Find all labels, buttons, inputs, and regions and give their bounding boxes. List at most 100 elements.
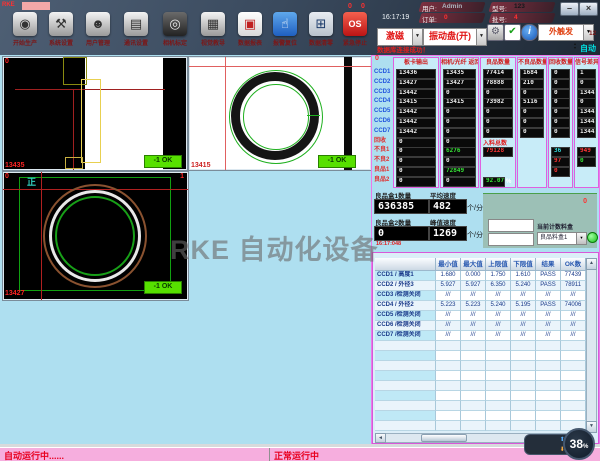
alarm-reset-button[interactable]: ☝报警复位 xyxy=(268,12,302,50)
stats-value: 0 xyxy=(396,177,436,187)
app-logo: RKE xyxy=(2,2,15,8)
stats-value: 0 xyxy=(443,128,476,138)
system-settings-button[interactable]: ⚒系统设置 xyxy=(44,12,78,50)
measure-cell xyxy=(436,351,461,361)
camera1-roi-box-3 xyxy=(65,157,83,169)
camera2-value: 13415 xyxy=(191,162,210,169)
model-label: 型号: xyxy=(492,3,507,13)
stats-value: 0 xyxy=(443,138,476,148)
measure-table-header: 最小值最大值上限值下限值结果OK数 xyxy=(375,258,586,271)
scroll-left-icon[interactable]: ◄ xyxy=(375,433,386,443)
stats-value: 0 xyxy=(520,89,544,99)
user-label: 用户: xyxy=(422,3,437,13)
measure-row-label: CCD2 / 外径3 xyxy=(375,281,436,291)
stats-value: 1 xyxy=(577,69,596,79)
camera2-crosshair-h xyxy=(189,66,371,67)
data-clear-button[interactable]: ⊞数据清零 xyxy=(304,12,338,50)
stats-value: 0 xyxy=(551,69,570,79)
measure-cell: 5.240 xyxy=(511,281,536,291)
measure-cell xyxy=(561,411,586,421)
vertical-scrollbar[interactable] xyxy=(586,258,597,433)
vision-teaching-button[interactable]: ▦视觉教导 xyxy=(196,12,230,50)
stats-cell: 0 xyxy=(443,128,476,138)
measure-cell xyxy=(436,391,461,401)
stats-value: 77414 xyxy=(483,69,513,79)
counter-dropdown-icon[interactable]: ▼ xyxy=(576,232,587,245)
stats-value: 13436 xyxy=(396,69,436,79)
memory-percent-value: 38 xyxy=(570,437,583,451)
stats-cell: 0 xyxy=(443,89,476,99)
stats-cell: 0 xyxy=(483,118,513,128)
stats-value: 13442 xyxy=(396,108,436,118)
measure-row: CCD1 / 高度11.6800.0001.7501.610PASS77439 xyxy=(375,271,586,281)
close-button[interactable]: × xyxy=(579,2,598,16)
stats-value: 5116 xyxy=(520,98,544,108)
emergency-stop-button[interactable]: OS紧急停止 xyxy=(338,12,372,50)
vision-teaching-label: 视觉教导 xyxy=(196,38,230,47)
camera-calibration-icon: ◎ xyxy=(163,12,187,36)
status-right-text: 正常运行中 xyxy=(274,449,319,462)
spinner-down-icon[interactable]: ▾ xyxy=(574,45,576,50)
comm-settings-button[interactable]: ▤通讯设置 xyxy=(119,12,153,50)
stats-row-label: 回收 xyxy=(374,137,386,147)
measure-row-label xyxy=(375,361,436,371)
counter-input-1[interactable] xyxy=(488,219,534,232)
stats-value: 0 xyxy=(443,89,476,99)
camera-calibration-button[interactable]: ◎相机标定 xyxy=(158,12,192,50)
model-value: 123 xyxy=(514,3,525,10)
measure-row-label xyxy=(375,371,436,381)
stats-cell: 79128 xyxy=(483,147,513,157)
stats-value: 0 xyxy=(551,118,570,128)
stats-value: 0 xyxy=(396,147,436,157)
user-management-button[interactable]: ☻用户管理 xyxy=(81,12,115,50)
camera2-gauge-line xyxy=(307,115,320,116)
measure-cell xyxy=(536,401,561,411)
scroll-up-icon[interactable]: ▲ xyxy=(586,258,597,270)
stats-value: 13415 xyxy=(396,98,436,108)
stats-row-label: CCD1 xyxy=(374,68,390,78)
db-status-text: 数据库连接成功！ xyxy=(377,44,429,54)
measure-cell xyxy=(561,371,586,381)
check-icon[interactable]: ✔ xyxy=(504,24,521,41)
emergency-stop-icon: OS xyxy=(343,12,367,36)
measure-cell: PASS xyxy=(536,281,561,291)
memory-percent-widget[interactable]: 38% xyxy=(563,428,595,460)
start-production-button[interactable]: ◉开始生产 xyxy=(8,12,42,50)
measure-cell xyxy=(486,401,511,411)
measure-cell xyxy=(486,351,511,361)
stats-value: 73982 xyxy=(483,98,513,108)
comm-settings-label: 通讯设置 xyxy=(119,38,153,47)
camera2-dark-bar xyxy=(344,57,352,170)
measure-cell xyxy=(461,421,486,431)
stats-value: 0 xyxy=(577,98,596,108)
measure-cell: /// xyxy=(561,311,586,321)
vibrator-button[interactable]: 振动盘(开) xyxy=(423,28,477,46)
data-report-button[interactable]: ▣数据报表 xyxy=(233,12,267,50)
mode-spinner[interactable]: ▴▾ xyxy=(572,42,578,50)
measure-cell: 1.750 xyxy=(486,271,511,281)
vibrator-dropdown-icon[interactable]: ▼ xyxy=(476,28,487,46)
info-icon[interactable]: i xyxy=(521,24,538,41)
stats-value: 0 xyxy=(483,128,513,138)
minimize-button[interactable]: – xyxy=(560,2,579,16)
counter-input-2[interactable] xyxy=(488,233,534,246)
camera3-result-badge: -1 OK xyxy=(144,281,182,294)
camera-view-2: 13415 -1 OK xyxy=(188,56,372,171)
start-production-label: 开始生产 xyxy=(8,38,42,47)
gear-icon[interactable]: ⚙ xyxy=(487,24,504,41)
stats-value: 210 xyxy=(520,79,544,89)
stats-value: 0 xyxy=(396,157,436,167)
counter-box-select[interactable]: 良品料盒1 xyxy=(537,232,579,245)
measure-cell xyxy=(486,421,511,431)
title-block xyxy=(22,2,50,10)
stats-cell: 210 xyxy=(520,79,544,89)
watermark: RKE 自动化设备 xyxy=(170,228,379,267)
measure-cell: 0.000 xyxy=(461,271,486,281)
stats-cell: 0 xyxy=(551,79,570,89)
hscroll-thumb[interactable] xyxy=(421,434,467,442)
trigger-select[interactable]: 外触发 xyxy=(538,24,584,41)
stats-row-label: 良品1 xyxy=(374,166,389,176)
stats-cell: 13415 xyxy=(396,98,436,108)
measure-table: 最小值最大值上限值下限值结果OK数 CCD1 / 高度11.6800.0001.… xyxy=(372,252,599,444)
measure-cell xyxy=(436,371,461,381)
